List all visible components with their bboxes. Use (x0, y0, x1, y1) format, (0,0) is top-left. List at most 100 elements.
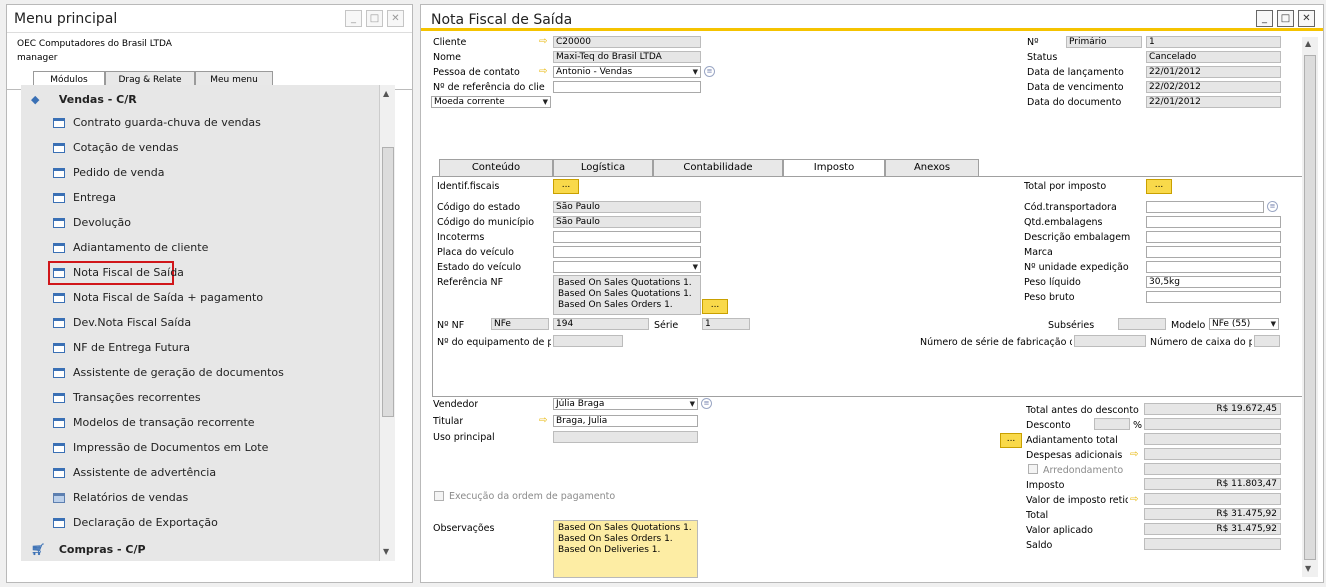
contato-select[interactable]: Antonio - Vendas (553, 66, 701, 78)
vendedor-select[interactable]: Júlia Braga (553, 398, 698, 410)
info-icon[interactable]: ≡ (1267, 201, 1278, 212)
adiantamento-field[interactable] (1144, 433, 1281, 445)
num-caixa-field[interactable] (1254, 335, 1280, 347)
serie-field[interactable]: 1 (702, 318, 750, 330)
num-serie-field[interactable] (1074, 335, 1146, 347)
menu-item-transacoes-recorrentes[interactable]: Transações recorrentes (53, 387, 353, 409)
desconto-pct-field[interactable] (1094, 418, 1130, 430)
uso-principal-field[interactable] (553, 431, 698, 443)
moeda-select[interactable]: Moeda corrente (431, 96, 551, 108)
estado-veiculo-select[interactable] (553, 261, 701, 273)
qtd-embalagens-field[interactable] (1146, 216, 1281, 228)
ref-nf-list[interactable]: Based On Sales Quotations 1. Based On Sa… (553, 275, 701, 315)
cod-estado-field[interactable]: São Paulo (553, 201, 701, 213)
menu-item-dev-nf[interactable]: Dev.Nota Fiscal Saída (53, 312, 353, 334)
adiantamento-button[interactable]: ... (1000, 433, 1022, 448)
scroll-up-icon[interactable]: ▲ (383, 89, 389, 98)
saldo-field[interactable] (1144, 538, 1281, 550)
close-icon[interactable]: ✕ (387, 10, 404, 27)
link-arrow-icon[interactable]: ⇨ (539, 67, 551, 77)
minimize-icon[interactable]: _ (345, 10, 362, 27)
cliente-field[interactable]: C20000 (553, 36, 701, 48)
ref-nf-button[interactable]: ... (702, 299, 728, 314)
marca-field[interactable] (1146, 246, 1281, 258)
no-nf-type[interactable]: NFe (491, 318, 549, 330)
observacoes-field[interactable]: Based On Sales Quotations 1. Based On Sa… (553, 520, 698, 578)
scroll-thumb[interactable] (382, 147, 394, 417)
info-icon[interactable]: ≡ (701, 398, 712, 409)
desc-embalagem-field[interactable] (1146, 231, 1281, 243)
identif-fiscais-button[interactable]: ... (553, 179, 579, 194)
no-expedicao-field[interactable] (1146, 261, 1281, 273)
menu-item-impressao-lote[interactable]: Impressão de Documentos em Lote (53, 437, 353, 459)
tab-logistica[interactable]: Logística (553, 159, 653, 177)
peso-liquido-field[interactable]: 30,5kg (1146, 276, 1281, 288)
series-select[interactable]: Primário (1066, 36, 1142, 48)
lancamento-field[interactable]: 22/01/2012 (1146, 66, 1281, 78)
scroll-thumb[interactable] (1304, 55, 1316, 560)
modelo-select[interactable]: NFe (55) (1209, 318, 1279, 330)
menu-item-declaracao-exportacao[interactable]: Declaração de Exportação (53, 512, 353, 534)
total-imposto-button[interactable]: ... (1146, 179, 1172, 194)
ref-nf-item: Based On Sales Orders 1. (558, 300, 673, 310)
equipamento-field[interactable] (553, 335, 623, 347)
menu-item-nota-fiscal-saida[interactable]: Nota Fiscal de Saída (48, 261, 184, 285)
menu-item-devolucao[interactable]: Devolução (53, 212, 353, 234)
menu-item-adiantamento[interactable]: Adiantamento de cliente (53, 237, 353, 259)
transportadora-field[interactable] (1146, 201, 1264, 213)
info-icon[interactable]: ≡ (704, 66, 715, 77)
subseries-field[interactable] (1118, 318, 1166, 330)
link-arrow-icon[interactable]: ⇨ (1130, 450, 1142, 460)
menu-item-cotacao[interactable]: Cotação de vendas (53, 137, 353, 159)
menu-item-nf-entrega-futura[interactable]: NF de Entrega Futura (53, 337, 353, 359)
arredondamento-field[interactable] (1144, 463, 1281, 475)
menu-item-assistente-geracao[interactable]: Assistente de geração de documentos (53, 362, 353, 384)
menu-item-entrega[interactable]: Entrega (53, 187, 353, 209)
tab-contabilidade[interactable]: Contabilidade (653, 159, 783, 177)
imposto-retido-field[interactable] (1144, 493, 1281, 505)
tab-anexos[interactable]: Anexos (885, 159, 979, 177)
numero-field[interactable]: 1 (1146, 36, 1281, 48)
scroll-down-icon[interactable]: ▼ (383, 547, 389, 556)
no-nf-field[interactable]: 194 (553, 318, 649, 330)
vencimento-field[interactable]: 22/02/2012 (1146, 81, 1281, 93)
maximize-icon[interactable]: □ (1277, 10, 1294, 27)
maximize-icon[interactable]: □ (366, 10, 383, 27)
despesas-field[interactable] (1144, 448, 1281, 460)
arredondamento-checkbox[interactable] (1028, 464, 1038, 474)
group-compras[interactable]: 🛒︎ Compras - C/P (31, 543, 146, 556)
incoterms-field[interactable] (553, 231, 701, 243)
link-arrow-icon[interactable]: ⇨ (1130, 495, 1142, 505)
scroll-up-icon[interactable]: ▲ (1305, 39, 1311, 48)
menu-item-assistente-advertencia[interactable]: Assistente de advertência (53, 462, 353, 484)
imposto-field[interactable]: R$ 11.803,47 (1144, 478, 1281, 490)
titular-field[interactable]: Braga, Julia (553, 415, 698, 427)
menu-item-relatorios-vendas[interactable]: Relatórios de vendas (53, 487, 353, 509)
close-icon[interactable]: ✕ (1298, 10, 1315, 27)
desconto-field[interactable] (1144, 418, 1281, 430)
minimize-icon[interactable]: _ (1256, 10, 1273, 27)
execucao-checkbox[interactable] (434, 491, 444, 501)
data-documento-field[interactable]: 22/01/2012 (1146, 96, 1281, 108)
placa-field[interactable] (553, 246, 701, 258)
tree-scrollbar[interactable]: ▲ ▼ (379, 85, 395, 561)
group-vendas[interactable]: ◆ Vendas - C/R (31, 93, 137, 106)
menu-item-contrato[interactable]: Contrato guarda-chuva de vendas (53, 112, 353, 134)
menu-item-modelos-transacao[interactable]: Modelos de transação recorrente (53, 412, 353, 434)
menu-item-pedido[interactable]: Pedido de venda (53, 162, 353, 184)
link-arrow-icon[interactable]: ⇨ (539, 416, 551, 426)
tab-conteudo[interactable]: Conteúdo (439, 159, 553, 177)
link-arrow-icon[interactable]: ⇨ (539, 37, 551, 47)
ref-cliente-field[interactable] (553, 81, 701, 93)
valor-aplicado-field[interactable]: R$ 31.475,92 (1144, 523, 1281, 535)
peso-bruto-field[interactable] (1146, 291, 1281, 303)
scroll-down-icon[interactable]: ▼ (1305, 564, 1311, 573)
total-antes-field[interactable]: R$ 19.672,45 (1144, 403, 1281, 415)
nome-field[interactable]: Maxi-Teq do Brasil LTDA (553, 51, 701, 63)
menu-item-nf-pagamento[interactable]: Nota Fiscal de Saída + pagamento (53, 287, 353, 309)
status-field[interactable]: Cancelado (1146, 51, 1281, 63)
cod-municipio-field[interactable]: São Paulo (553, 216, 701, 228)
form-scrollbar[interactable]: ▲ ▼ (1302, 37, 1318, 577)
form-icon (53, 143, 65, 153)
total-field[interactable]: R$ 31.475,92 (1144, 508, 1281, 520)
